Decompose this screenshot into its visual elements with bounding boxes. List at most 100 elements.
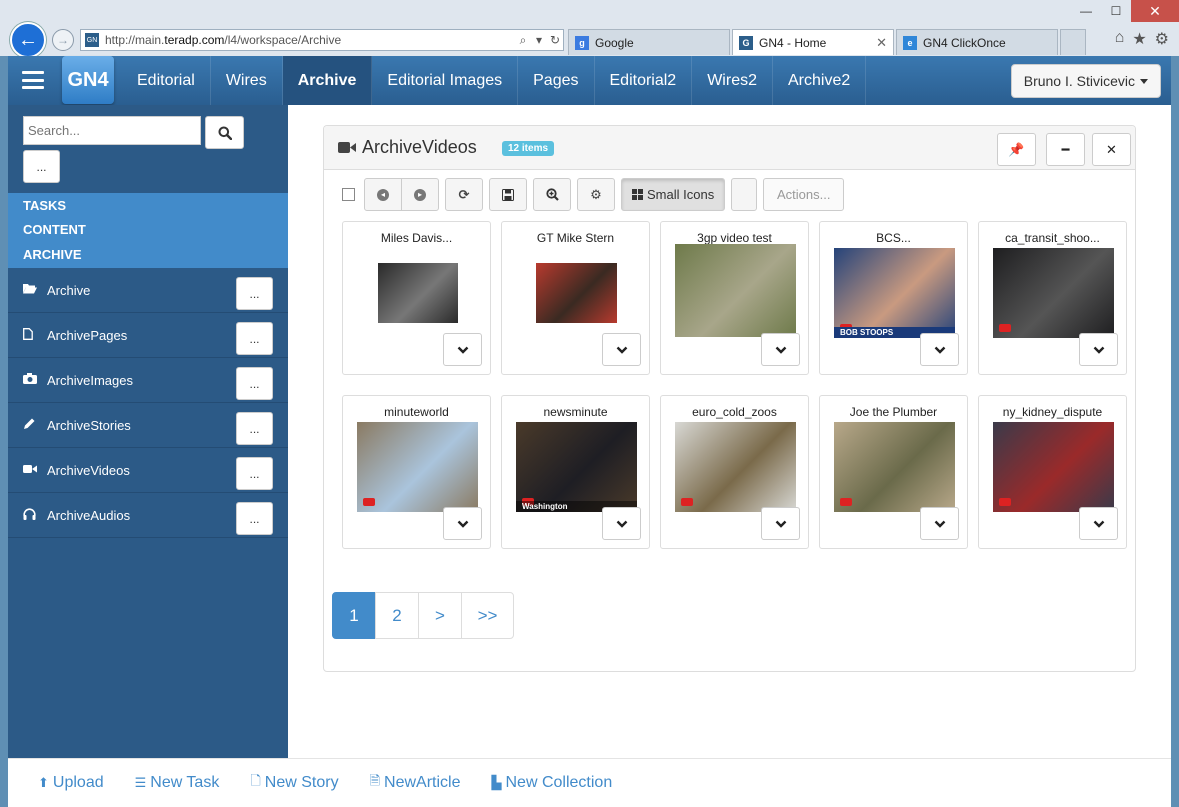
address-bar[interactable]: GN http://main.teradp.com/l4/workspace/A… bbox=[80, 29, 564, 51]
video-thumbnail[interactable] bbox=[357, 422, 478, 512]
close-window-button[interactable]: ✕ bbox=[1131, 0, 1179, 22]
sidebar-item-archivepages[interactable]: ArchivePages... bbox=[8, 313, 288, 358]
search-button[interactable] bbox=[205, 116, 244, 149]
video-item-card[interactable]: euro_cold_zoos bbox=[660, 395, 809, 549]
nav-tab-wires2[interactable]: Wires2 bbox=[692, 56, 773, 105]
minimize-panel-button[interactable]: ━ bbox=[1046, 133, 1085, 166]
video-thumbnail[interactable] bbox=[675, 244, 796, 337]
zoom-button[interactable] bbox=[533, 178, 571, 211]
footer-link-new-story[interactable]: 🗋 New Story bbox=[250, 772, 338, 794]
minimize-button[interactable]: — bbox=[1071, 0, 1101, 22]
browser-tab-google[interactable]: g Google bbox=[568, 29, 730, 55]
item-menu-button[interactable] bbox=[1079, 333, 1118, 366]
next-button[interactable]: ▸ bbox=[401, 178, 439, 211]
video-item-card[interactable]: minuteworld bbox=[342, 395, 491, 549]
close-tab-icon[interactable]: ✕ bbox=[876, 35, 887, 51]
item-menu-button[interactable] bbox=[920, 507, 959, 540]
blank-toggle-button[interactable] bbox=[731, 178, 758, 211]
sidebar-section-content[interactable]: CONTENT bbox=[8, 218, 288, 243]
forward-arrow-icon[interactable]: → bbox=[52, 29, 74, 51]
browser-tab-gn4-clickonce[interactable]: e GN4 ClickOnce bbox=[896, 29, 1058, 55]
item-menu-button[interactable] bbox=[602, 333, 641, 366]
footer-link-upload[interactable]: ⬆ Upload bbox=[38, 774, 104, 792]
footer-link-new-task[interactable]: ☰ New Task bbox=[135, 774, 220, 792]
video-item-card[interactable]: ny_kidney_dispute bbox=[978, 395, 1127, 549]
gear-icon[interactable]: ⚙ bbox=[1155, 29, 1169, 49]
maximize-button[interactable]: ☐ bbox=[1101, 0, 1131, 22]
page-button[interactable]: 2 bbox=[375, 592, 419, 639]
footer-link-new-collection[interactable]: ▙ New Collection bbox=[492, 774, 613, 792]
sidebar-item-archiveimages[interactable]: ArchiveImages... bbox=[8, 358, 288, 403]
video-item-card[interactable]: Joe the Plumber bbox=[819, 395, 968, 549]
address-url[interactable]: http://main.teradp.com/l4/workspace/Arch… bbox=[105, 33, 515, 47]
page-button[interactable]: >> bbox=[461, 592, 514, 639]
sidebar-item-more-button[interactable]: ... bbox=[236, 367, 273, 400]
search-options-button[interactable]: ... bbox=[23, 150, 60, 183]
sidebar-section-tasks[interactable]: TASKS bbox=[8, 193, 288, 218]
close-panel-button[interactable]: ✕ bbox=[1092, 133, 1131, 166]
nav-tab-editorial-images[interactable]: Editorial Images bbox=[372, 56, 519, 105]
video-thumbnail[interactable] bbox=[675, 422, 796, 512]
hamburger-menu-icon[interactable] bbox=[22, 71, 44, 89]
video-item-card[interactable]: ca_transit_shoo... bbox=[978, 221, 1127, 375]
nav-tab-editorial[interactable]: Editorial bbox=[122, 56, 211, 105]
video-thumbnail[interactable] bbox=[993, 248, 1114, 338]
save-button[interactable] bbox=[489, 178, 527, 211]
sidebar-section-archive[interactable]: ARCHIVE bbox=[8, 242, 288, 267]
actions-button[interactable]: Actions... bbox=[763, 178, 845, 211]
refresh-button[interactable]: ⟳ bbox=[445, 178, 483, 211]
user-menu-button[interactable]: Bruno I. Stivicevic bbox=[1010, 64, 1161, 98]
item-menu-button[interactable] bbox=[761, 333, 800, 366]
search-icon[interactable]: ⌕ bbox=[515, 33, 531, 48]
pin-panel-button[interactable]: 📌 bbox=[997, 133, 1036, 166]
sidebar-item-archivestories[interactable]: ArchiveStories... bbox=[8, 403, 288, 448]
browser-tab-gn4-home[interactable]: G GN4 - Home ✕ bbox=[732, 29, 894, 55]
previous-button[interactable]: ◂ bbox=[364, 178, 402, 211]
item-menu-button[interactable] bbox=[1079, 507, 1118, 540]
item-menu-button[interactable] bbox=[602, 507, 641, 540]
settings-button[interactable]: ⚙ bbox=[577, 178, 615, 211]
small-icons-view-button[interactable]: Small Icons bbox=[621, 178, 726, 211]
select-all-checkbox[interactable] bbox=[342, 188, 355, 201]
sidebar-item-more-button[interactable]: ... bbox=[236, 457, 273, 490]
sidebar-item-archivevideos[interactable]: ArchiveVideos... bbox=[8, 448, 288, 493]
video-thumbnail[interactable] bbox=[993, 422, 1114, 512]
sidebar-item-more-button[interactable]: ... bbox=[236, 277, 273, 310]
video-item-card[interactable]: 3gp video test bbox=[660, 221, 809, 375]
star-icon[interactable]: ★ bbox=[1132, 29, 1146, 49]
nav-tab-pages[interactable]: Pages bbox=[518, 56, 595, 105]
page-button[interactable]: 1 bbox=[332, 592, 376, 639]
nav-tab-editorial2[interactable]: Editorial2 bbox=[595, 56, 693, 105]
sidebar-item-archive[interactable]: Archive... bbox=[8, 268, 288, 313]
video-thumbnail[interactable]: Washington bbox=[516, 422, 637, 512]
sidebar-item-label: ArchiveVideos bbox=[47, 462, 130, 478]
video-thumbnail[interactable] bbox=[834, 422, 955, 512]
sidebar-item-more-button[interactable]: ... bbox=[236, 412, 273, 445]
refresh-icon[interactable]: ↻ bbox=[547, 33, 563, 47]
chevron-down-icon[interactable]: ▾ bbox=[531, 33, 547, 47]
gn4-logo[interactable]: GN4 bbox=[62, 56, 114, 104]
home-icon[interactable]: ⌂ bbox=[1115, 29, 1125, 49]
video-item-card[interactable]: GT Mike Stern bbox=[501, 221, 650, 375]
video-item-card[interactable]: BCS... BOB STOOPS bbox=[819, 221, 968, 375]
video-thumbnail[interactable]: BOB STOOPS bbox=[834, 248, 955, 338]
item-menu-button[interactable] bbox=[920, 333, 959, 366]
sidebar-item-archiveaudios[interactable]: ArchiveAudios... bbox=[8, 493, 288, 538]
sidebar-item-more-button[interactable]: ... bbox=[236, 322, 273, 355]
video-item-card[interactable]: newsminute Washington bbox=[501, 395, 650, 549]
item-menu-button[interactable] bbox=[443, 333, 482, 366]
back-arrow-icon[interactable]: ← bbox=[10, 22, 46, 58]
item-menu-button[interactable] bbox=[761, 507, 800, 540]
sidebar-item-more-button[interactable]: ... bbox=[236, 502, 273, 535]
footer-link-newarticle[interactable]: 🗎 NewArticle bbox=[370, 772, 461, 794]
new-tab-button[interactable] bbox=[1060, 29, 1086, 55]
item-menu-button[interactable] bbox=[443, 507, 482, 540]
nav-tab-archive[interactable]: Archive bbox=[282, 56, 373, 105]
nav-tab-wires[interactable]: Wires bbox=[211, 56, 283, 105]
video-item-card[interactable]: Miles Davis... bbox=[342, 221, 491, 375]
video-thumbnail[interactable] bbox=[378, 263, 458, 323]
nav-tab-archive2[interactable]: Archive2 bbox=[773, 56, 867, 105]
page-button[interactable]: > bbox=[418, 592, 462, 639]
video-thumbnail[interactable] bbox=[536, 263, 617, 323]
search-input[interactable] bbox=[23, 116, 201, 145]
